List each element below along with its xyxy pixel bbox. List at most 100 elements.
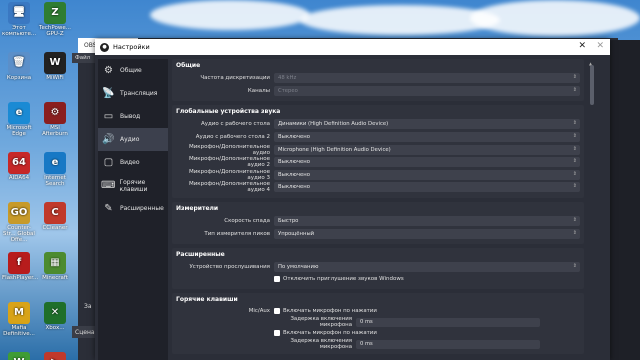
setting-row: Микрофон/Дополнительное аудио 4 Выключено… (176, 181, 580, 194)
sidebar-item[interactable]: 📡 Трансляция (98, 82, 168, 105)
desktop-icon-label: Counter-Str... Global Offe... (3, 225, 35, 243)
sidebar-item[interactable]: ⚙ Общие (98, 59, 168, 82)
sidebar-item-label: Трансляция (120, 90, 158, 97)
setting-row: Частота дискретизации 48 kHz ⇕ (176, 72, 580, 85)
monitor-icon: ▢ (103, 157, 114, 168)
desktop-icon[interactable]: e Internet Search (38, 152, 72, 187)
obs-z-label: За (84, 303, 92, 310)
ducking-checkbox-row[interactable]: Отключить приглушение звуков Windows (176, 274, 580, 285)
dropdown-value: Выключено (278, 184, 310, 191)
broadcast-icon: 📡 (102, 88, 115, 99)
desktop-icon-label: FlashPlayer... (2, 275, 39, 281)
desktop-icon[interactable]: GO Counter-Str... Global Offe... (2, 202, 36, 243)
checkbox[interactable] (274, 308, 280, 315)
app-icon: 64 (8, 152, 30, 174)
sidebar-item-label: Аудио (120, 136, 140, 143)
setting-dropdown[interactable]: Выключено ⇕ (274, 157, 580, 168)
sidebar-item[interactable]: ▭ Вывод (98, 105, 168, 128)
app-icon: GO (8, 202, 30, 224)
sidebar-item-label: Вывод (120, 113, 141, 120)
sidebar-item-label: Расширенные (120, 205, 164, 212)
desktop-icon[interactable]: Z TechPowe... GPU-Z (38, 2, 72, 37)
general-group: Общие Частота дискретизации 48 kHz ⇕ Каналы… (172, 59, 584, 102)
setting-label: Аудио с рабочего стола (200, 121, 270, 128)
setting-dropdown[interactable]: Выключено ⇕ (274, 182, 580, 193)
desktop-icon-label: TechPowe... GPU-Z (39, 25, 71, 37)
delay-label: Задержка включения микрофона (290, 316, 352, 329)
desktop-icon[interactable]: W MiWiFi (38, 52, 72, 81)
scene-label: Сцена (72, 326, 96, 338)
setting-dropdown[interactable]: По умолчанию ⇕ (274, 262, 580, 273)
dialog-title: Настройки (113, 43, 150, 51)
desktop-icon[interactable]: W (2, 352, 36, 360)
dropdown-value: Выключено (278, 171, 310, 178)
desktop-icon[interactable]: e Microsoft Edge (2, 102, 36, 137)
setting-dropdown[interactable]: Быстро ⇕ (274, 216, 580, 227)
setting-dropdown[interactable]: Стерео ⇕ (274, 85, 580, 96)
setting-dropdown[interactable]: Выключено ⇕ (274, 132, 580, 143)
gear-icon: ⚙ (104, 65, 113, 76)
dropdown-value: Быстро (278, 218, 299, 225)
app-icon: M (8, 302, 30, 324)
desktop-icon[interactable]: f FlashPlayer... (2, 252, 39, 281)
settings-dialog: ● Настройки ✕ ✕ ⚙ Общие 📡 Трансляция ▭ Вывод 🔊… (95, 39, 610, 360)
desktop-icon[interactable]: 64 AIDA64 (2, 152, 36, 181)
sidebar-item[interactable]: ⌨ Горячие клавиши (98, 174, 168, 197)
dropdown-arrows-icon: ⇕ (572, 86, 577, 93)
sidebar-item-label: Общие (120, 67, 142, 74)
desktop-icon[interactable]: C CCleaner (38, 202, 72, 231)
setting-label: Микрофон/Дополнительное аудио 2 (188, 156, 270, 169)
sidebar-item[interactable]: ▢ Видео (98, 151, 168, 174)
desktop-icon-label: Internet Search (44, 175, 66, 187)
desktop-icon[interactable]: ✕ Xbox... (38, 302, 72, 331)
setting-dropdown[interactable]: Упрощённый ⇕ (274, 228, 580, 239)
dropdown-value: Динамики (High Definition Audio Device) (278, 121, 389, 128)
app-icon: 🖥 (8, 2, 30, 24)
app-icon: W (44, 52, 66, 74)
sidebar-item[interactable]: ✎ Расширенные (98, 197, 168, 220)
desktop-icon[interactable]: 🗑 Корзина (2, 52, 36, 81)
checkbox-label: Включать микрофон по нажатии (283, 308, 377, 315)
app-icon: W (8, 352, 30, 360)
desktop-icon[interactable]: ⚙ MSI Afterburn (38, 102, 72, 137)
app-icon: ▦ (44, 252, 66, 274)
delay-spinbox[interactable]: 0 ms (356, 339, 540, 349)
checkbox[interactable] (274, 330, 280, 337)
checkbox[interactable] (274, 276, 280, 283)
scrollbar[interactable]: ▲ (589, 61, 595, 360)
app-icon: f (8, 252, 30, 274)
desktop-icon[interactable]: M Mafia Definitive... (2, 302, 36, 337)
dropdown-arrows-icon: ⇕ (572, 145, 577, 152)
setting-label: Каналы (247, 87, 270, 94)
desktop-icon-label: MiWiFi (46, 75, 64, 81)
keyboard-icon: ⌨ (101, 180, 116, 191)
scrollbar-thumb[interactable] (590, 65, 594, 105)
setting-dropdown[interactable]: Динамики (High Definition Audio Device) ⇕ (274, 119, 580, 130)
desktop-icon[interactable]: ▦ Minecraft (38, 252, 72, 281)
dropdown-arrows-icon: ⇕ (572, 120, 577, 127)
dropdown-value: По умолчанию (278, 264, 319, 271)
sidebar-item[interactable]: 🔊 Аудио (98, 128, 168, 151)
delay-spinbox[interactable]: 0 ms (356, 317, 540, 327)
dialog-titlebar: ● Настройки ✕ ✕ (95, 39, 610, 55)
setting-dropdown[interactable]: Microphone (High Definition Audio Device… (274, 144, 580, 155)
desktop-icon-label: Minecraft (42, 275, 68, 281)
setting-label: Тип измерителя пиков (204, 230, 270, 237)
setting-dropdown[interactable]: Выключено ⇕ (274, 169, 580, 180)
advanced-group: Расширенные Устройство прослушивания По у… (172, 247, 584, 289)
hotkey-device-label: Mic/Aux (248, 308, 270, 315)
app-icon: ▶ (44, 352, 66, 360)
setting-dropdown[interactable]: 48 kHz ⇕ (274, 73, 580, 84)
dropdown-value: Выключено (278, 134, 310, 141)
group-title: Измерители (176, 204, 219, 212)
setting-row: Аудио с рабочего стола Динамики (High Def… (176, 118, 580, 131)
close-icon[interactable]: ✕ (596, 41, 604, 51)
obs-logo-icon: ● (100, 42, 109, 52)
hotkeys-group: Горячие клавиши Mic/Aux Включать микрофон… (172, 292, 584, 354)
desktop-icon[interactable]: ▶ (38, 352, 72, 360)
delay-label: Задержка включения микрофона (290, 338, 352, 351)
close-icon[interactable]: ✕ (578, 41, 586, 51)
desktop-icon[interactable]: 🖥 Этот компьюте... (2, 2, 36, 37)
dropdown-arrows-icon: ⇕ (572, 263, 577, 270)
dropdown-value: Упрощённый (278, 230, 315, 237)
